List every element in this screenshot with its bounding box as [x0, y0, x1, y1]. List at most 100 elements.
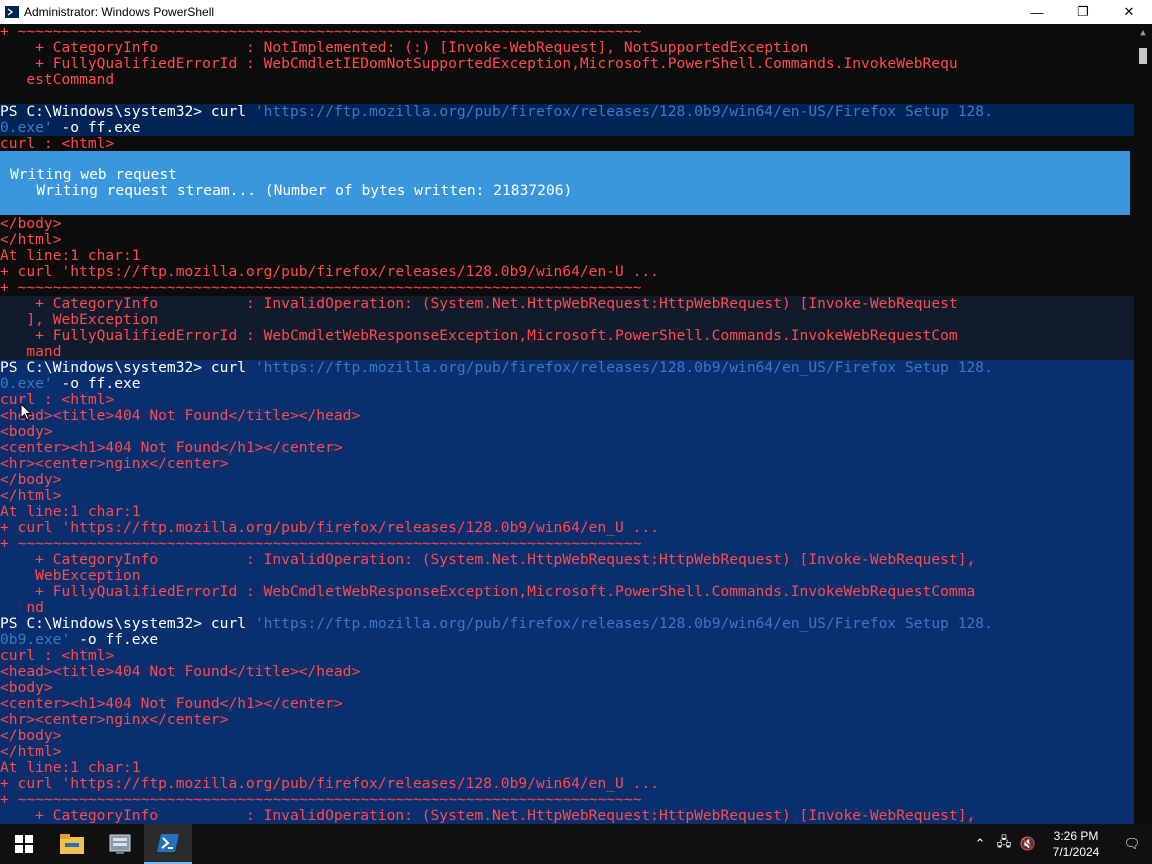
taskbar-file-explorer[interactable]: [48, 824, 96, 864]
console-line: + CategoryInfo : InvalidOperation: (Syst…: [0, 296, 1134, 312]
console-line-tail: 'https://ftp.mozilla.org/pub/firefox/rel…: [254, 360, 993, 376]
console-line: curl : <html>: [0, 392, 1134, 408]
chevron-up-icon[interactable]: ⌃: [968, 836, 992, 852]
console-line: At line:1 char:1: [0, 248, 1134, 264]
console-line-text: 0.exe': [0, 120, 53, 136]
console-line: + ~~~~~~~~~~~~~~~~~~~~~~~~~~~~~~~~~~~~~~…: [0, 280, 1134, 296]
console-line-text: <body>: [0, 680, 53, 696]
window-title: Administrator: Windows PowerShell: [24, 5, 215, 19]
console-line: + CategoryInfo : NotImplemented: (:) [In…: [0, 40, 1134, 56]
title-bar: Administrator: Windows PowerShell — ❐ ✕: [0, 0, 1152, 24]
console-line-text: nd: [0, 600, 44, 616]
console-line-text: + curl 'https://ftp.mozilla.org/pub/fire…: [0, 520, 659, 536]
console-line: PS C:\Windows\system32> curl 'https://ft…: [0, 616, 1134, 632]
console-line: At line:1 char:1: [0, 504, 1134, 520]
console-line: + FullyQualifiedErrorId : WebCmdletWebRe…: [0, 328, 1134, 344]
taskbar-powershell[interactable]: [144, 824, 192, 864]
console-line: </html>: [0, 744, 1134, 760]
console-line-text: PS C:\Windows\system32> curl: [0, 104, 255, 120]
powershell-app-icon: [5, 6, 19, 18]
console-line: <hr><center>nginx</center>: [0, 456, 1134, 472]
close-button[interactable]: ✕: [1106, 0, 1152, 24]
console-output[interactable]: + ~~~~~~~~~~~~~~~~~~~~~~~~~~~~~~~~~~~~~~…: [0, 24, 1134, 824]
console-line-text: <head><title>404 Not Found</title></head…: [0, 408, 361, 424]
console-line-text: </html>: [0, 232, 62, 248]
console-line-text: + curl 'https://ftp.mozilla.org/pub/fire…: [0, 264, 659, 280]
console-line: + curl 'https://ftp.mozilla.org/pub/fire…: [0, 264, 1134, 280]
console-line-text: 0.exe': [0, 376, 53, 392]
console-line-text: estCommand: [0, 72, 115, 88]
scrollbar-thumb[interactable]: [1139, 48, 1147, 64]
console-line-tail: -o ff.exe: [52, 120, 141, 136]
console-line-text: + CategoryInfo : InvalidOperation: (Syst…: [0, 808, 976, 824]
windows-logo-icon: [15, 835, 33, 853]
taskbar: ⌃ 🖧 🔇 3:26 PM 7/1/2024 🗨: [0, 824, 1152, 864]
vertical-scrollbar[interactable]: ▲: [1134, 24, 1152, 824]
mouse-pointer-icon: [20, 403, 32, 421]
console-line: </body>: [0, 472, 1134, 488]
network-icon[interactable]: 🖧: [992, 833, 1016, 855]
console-line-text: + ~~~~~~~~~~~~~~~~~~~~~~~~~~~~~~~~~~~~~~…: [0, 536, 642, 552]
console-line-tail: 'https://ftp.mozilla.org/pub/firefox/rel…: [254, 616, 993, 632]
file-explorer-icon: [60, 834, 84, 854]
console-line-text: PS C:\Windows\system32> curl: [0, 360, 255, 376]
console-line: At line:1 char:1: [0, 760, 1134, 776]
console-line: <center><h1>404 Not Found</h1></center>: [0, 696, 1134, 712]
console-line-tail: -o ff.exe: [52, 376, 141, 392]
console-line: + curl 'https://ftp.mozilla.org/pub/fire…: [0, 776, 1134, 792]
system-tray: ⌃ 🖧 🔇 3:26 PM 7/1/2024 🗨: [968, 824, 1152, 864]
console-line-text: WebException: [0, 568, 141, 584]
console-line-text: At line:1 char:1: [0, 248, 141, 264]
console-line: <head><title>404 Not Found</title></head…: [0, 408, 1134, 424]
console-line-text: </body>: [0, 216, 62, 232]
console-line-text: + CategoryInfo : InvalidOperation: (Syst…: [0, 296, 958, 312]
console-line-text: + FullyQualifiedErrorId : WebCmdletWebRe…: [0, 584, 976, 600]
console-line-text: At line:1 char:1: [0, 504, 141, 520]
console-line-text: ], WebException: [0, 312, 159, 328]
minimize-button[interactable]: —: [1014, 0, 1060, 24]
console-line-text: + ~~~~~~~~~~~~~~~~~~~~~~~~~~~~~~~~~~~~~~…: [0, 280, 642, 296]
console-line-text: </html>: [0, 488, 62, 504]
clock-date: 7/1/2024: [1052, 845, 1100, 859]
volume-muted-icon[interactable]: 🔇: [1016, 836, 1040, 852]
clock-time: 3:26 PM: [1053, 829, 1099, 843]
start-button[interactable]: [0, 824, 48, 864]
console-line-text: <hr><center>nginx</center>: [0, 456, 229, 472]
console-line: curl : <html>: [0, 136, 1134, 152]
console-line: <hr><center>nginx</center>: [0, 712, 1134, 728]
console-line: </body>: [0, 216, 1134, 232]
console-line: + FullyQualifiedErrorId : WebCmdletIEDom…: [0, 56, 1134, 72]
console-line: </html>: [0, 232, 1134, 248]
console-line: + CategoryInfo : InvalidOperation: (Syst…: [0, 552, 1134, 568]
console-line-text: </body>: [0, 728, 62, 744]
console-line-text: <head><title>404 Not Found</title></head…: [0, 664, 361, 680]
console-line: + ~~~~~~~~~~~~~~~~~~~~~~~~~~~~~~~~~~~~~~…: [0, 792, 1134, 808]
server-manager-icon: [109, 834, 131, 854]
console-line: <center><h1>404 Not Found</h1></center>: [0, 440, 1134, 456]
progress-activity: Writing web request: [10, 166, 177, 183]
console-line-text: </body>: [0, 472, 62, 488]
console-line: 0.exe' -o ff.exe: [0, 376, 1134, 392]
console-line: 0.exe' -o ff.exe: [0, 120, 1134, 136]
console-line: + CategoryInfo : InvalidOperation: (Syst…: [0, 808, 1134, 824]
console-line: + ~~~~~~~~~~~~~~~~~~~~~~~~~~~~~~~~~~~~~~…: [0, 536, 1134, 552]
console-line: [0, 88, 1134, 104]
progress-status: Writing request stream... (Number of byt…: [10, 182, 573, 199]
progress-panel: Writing web request Writing request stre…: [0, 151, 1130, 215]
console-line-text: <hr><center>nginx</center>: [0, 712, 229, 728]
console-line-tail: 'https://ftp.mozilla.org/pub/firefox/rel…: [254, 104, 993, 120]
console-line: </html>: [0, 488, 1134, 504]
scroll-up-icon[interactable]: ▲: [1134, 24, 1152, 42]
console-line: + curl 'https://ftp.mozilla.org/pub/fire…: [0, 520, 1134, 536]
console-line: curl : <html>: [0, 648, 1134, 664]
console-line-text: curl : <html>: [0, 648, 115, 664]
console-line: + ~~~~~~~~~~~~~~~~~~~~~~~~~~~~~~~~~~~~~~…: [0, 24, 1134, 40]
console-line-text: <body>: [0, 424, 53, 440]
clock[interactable]: 3:26 PM 7/1/2024: [1040, 828, 1112, 860]
console-line: PS C:\Windows\system32> curl 'https://ft…: [0, 104, 1134, 120]
console-line-text: <center><h1>404 Not Found</h1></center>: [0, 696, 343, 712]
taskbar-server-manager[interactable]: [96, 824, 144, 864]
restore-button[interactable]: ❐: [1060, 0, 1106, 24]
notifications-icon[interactable]: 🗨: [1112, 836, 1152, 852]
console-line-text: + FullyQualifiedErrorId : WebCmdletWebRe…: [0, 328, 958, 344]
